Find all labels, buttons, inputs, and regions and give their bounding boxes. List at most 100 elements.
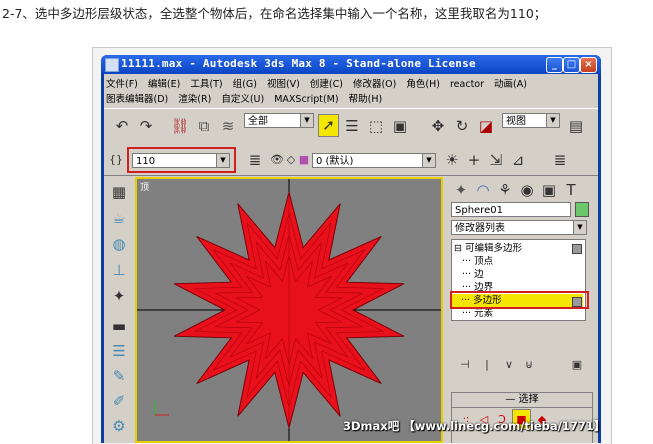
app-window: 11111.max - Autodesk 3ds Max 8 - Stand-a… <box>101 55 601 443</box>
minimize-button[interactable]: _ <box>546 57 563 73</box>
command-panel: ✦ ◠ ⚘ ◉ ▣ T Sphere01 修改器列表 ▼ ⊟ 可编辑多边形 ··… <box>447 177 598 443</box>
configure-sets-icon[interactable]: ▣ <box>567 355 587 375</box>
select-and-move-icon[interactable]: ✥ <box>428 116 448 136</box>
layer-properties-icon[interactable]: ≣ <box>550 150 570 170</box>
lamp-icon[interactable]: ⊥ <box>109 260 129 280</box>
edit-named-selection-icon[interactable]: {} <box>106 150 126 170</box>
polygon-level-highlight <box>450 291 589 309</box>
monitor-icon[interactable]: ▬ <box>109 316 129 336</box>
stack-item-label: 边 <box>474 269 484 280</box>
main-toolbar: ↶ ↷ ⛓ ⧉ ≋ 全部 ▼ ➚ ☰ ⬚ ▣ ✥ ↻ ◪ 视图 ▼ ▤ <box>104 108 598 146</box>
stack-item-edge[interactable]: ··· 边 <box>462 268 484 282</box>
selection-rollout-label: 选择 <box>518 394 539 405</box>
unlink-icon[interactable]: ⧉ <box>194 116 214 136</box>
select-and-scale-icon[interactable]: ◪ <box>476 116 496 136</box>
viewport-canvas <box>137 179 441 441</box>
chevron-down-icon: ▼ <box>573 221 586 234</box>
selection-rollout-title[interactable]: — 选择 <box>452 393 592 408</box>
layer-color-icon: ■ <box>298 153 310 166</box>
stack-item-label: 元素 <box>474 308 494 319</box>
modify-tab-icon[interactable]: ◠ <box>473 180 493 200</box>
paint-icon[interactable]: ✐ <box>109 391 129 411</box>
add-to-layer-icon[interactable]: + <box>464 150 484 170</box>
top-viewport[interactable]: 顶 <box>135 177 443 443</box>
gear-icon[interactable]: ⚙ <box>109 416 129 436</box>
reference-coordinate-value: 视图 <box>506 116 526 127</box>
menu-views[interactable]: 视图(V) <box>267 79 300 90</box>
window-title: 11111.max - Autodesk 3ds Max 8 - Stand-a… <box>121 57 476 70</box>
object-color-swatch[interactable] <box>575 202 589 217</box>
wrench-icon[interactable]: ✎ <box>109 366 129 386</box>
menu-character[interactable]: 角色(H) <box>406 79 440 90</box>
create-tab-icon[interactable]: ✦ <box>451 180 471 200</box>
axis-gizmo <box>154 401 169 416</box>
sphere-icon[interactable]: ◍ <box>109 234 129 254</box>
motion-tab-icon[interactable]: ◉ <box>517 180 537 200</box>
chevron-down-icon: ▼ <box>422 154 435 167</box>
menu-graph-editors[interactable]: 图表编辑器(D) <box>106 94 168 105</box>
reference-coordinate-dropdown[interactable]: 视图 ▼ <box>502 113 560 128</box>
layer-manager-icon[interactable]: ≣ <box>245 150 265 170</box>
select-object-icon[interactable]: ➚ <box>318 114 339 137</box>
display-tab-icon[interactable]: ▣ <box>539 180 559 200</box>
stack-item-element[interactable]: ··· 元素 <box>462 307 493 321</box>
hierarchy-tab-icon[interactable]: ⚘ <box>495 180 515 200</box>
star-tool-icon[interactable]: ✦ <box>109 286 129 306</box>
menu-reactor[interactable]: reactor <box>450 79 484 90</box>
menu-rendering[interactable]: 渲染(R) <box>178 94 211 105</box>
create-layer-icon[interactable]: ☀ <box>442 150 462 170</box>
pin-stack-icon[interactable]: ⊣ <box>455 355 475 375</box>
named-selection-highlight <box>127 147 236 173</box>
hierarchy-icon[interactable]: ▦ <box>109 182 129 202</box>
close-button[interactable]: × <box>580 57 597 73</box>
utilities-tab-icon[interactable]: T <box>561 180 581 200</box>
menu-animation[interactable]: 动画(A) <box>494 79 527 90</box>
selection-filter-value: 全部 <box>248 116 268 127</box>
stack-toggle-icon[interactable] <box>572 244 582 254</box>
current-layer-dropdown[interactable]: 0 (默认) ▼ <box>312 153 436 168</box>
window-crossing-icon[interactable]: ▣ <box>390 116 410 136</box>
menu-help[interactable]: 帮助(H) <box>349 94 383 105</box>
menu-edit[interactable]: 编辑(E) <box>148 79 180 90</box>
app-icon <box>105 58 119 72</box>
select-in-layer-icon[interactable]: ⇲ <box>486 150 506 170</box>
selection-filter-dropdown[interactable]: 全部 ▼ <box>244 113 314 128</box>
menu-customize[interactable]: 自定义(U) <box>221 94 264 105</box>
set-current-layer-icon[interactable]: ⊿ <box>508 150 528 170</box>
teapot-icon[interactable]: ☕ <box>109 208 129 228</box>
layers-icon[interactable]: ☰ <box>109 341 129 361</box>
stack-item-label: 可编辑多边形 <box>464 243 522 254</box>
modifier-list-dropdown[interactable]: 修改器列表 ▼ <box>451 220 587 235</box>
select-and-link-icon[interactable]: ⛓ <box>170 116 190 136</box>
menu-bar-row1: 文件(F) 编辑(E) 工具(T) 组(G) 视图(V) 创建(C) 修改器(O… <box>106 76 534 90</box>
stack-item-editable-poly[interactable]: ⊟ 可编辑多边形 <box>454 242 522 256</box>
redo-icon[interactable]: ↷ <box>136 116 156 136</box>
menu-file[interactable]: 文件(F) <box>106 79 138 90</box>
modifier-list-value: 修改器列表 <box>455 223 505 234</box>
menu-create[interactable]: 创建(C) <box>310 79 343 90</box>
maximize-button[interactable]: □ <box>563 57 580 73</box>
stack-item-vertex[interactable]: ··· 顶点 <box>462 255 493 269</box>
select-by-name-icon[interactable]: ☰ <box>342 116 362 136</box>
menu-bar-row2: 图表编辑器(D) 渲染(R) 自定义(U) MAXScript(M) 帮助(H) <box>106 91 389 105</box>
undo-icon[interactable]: ↶ <box>112 116 132 136</box>
select-and-rotate-icon[interactable]: ↻ <box>452 116 472 136</box>
menu-group[interactable]: 组(G) <box>233 79 257 90</box>
object-name-field[interactable]: Sphere01 <box>451 202 571 217</box>
menu-modifiers[interactable]: 修改器(O) <box>353 79 396 90</box>
current-layer-value: 0 (默认) <box>316 156 354 167</box>
layer-toolbar: {} 110 ▼ ≣ 👁 ◇ ■ 0 (默认) ▼ ☀ + ⇲ ⊿ ≣ <box>104 145 598 176</box>
make-unique-icon[interactable]: ∨ <box>499 355 519 375</box>
show-end-result-icon[interactable]: | <box>477 355 497 375</box>
remove-modifier-icon[interactable]: ⊍ <box>519 355 539 375</box>
watermark: 3Dmax吧 【www.linecg.com/tieba/1771】 <box>343 419 606 433</box>
stack-item-label: 顶点 <box>474 256 494 267</box>
pivot-center-icon[interactable]: ▤ <box>566 116 586 136</box>
menu-tools[interactable]: 工具(T) <box>190 79 222 90</box>
menu-maxscript[interactable]: MAXScript(M) <box>274 94 338 105</box>
chevron-down-icon: ▼ <box>300 114 313 127</box>
rectangular-selection-icon[interactable]: ⬚ <box>366 116 386 136</box>
bind-space-warp-icon[interactable]: ≋ <box>218 116 238 136</box>
instruction-caption: 2-7、选中多边形层级状态，全选整个物体后，在命名选择集中输入一个名称，这里我取… <box>2 6 547 21</box>
title-bar: 11111.max - Autodesk 3ds Max 8 - Stand-a… <box>101 55 601 74</box>
